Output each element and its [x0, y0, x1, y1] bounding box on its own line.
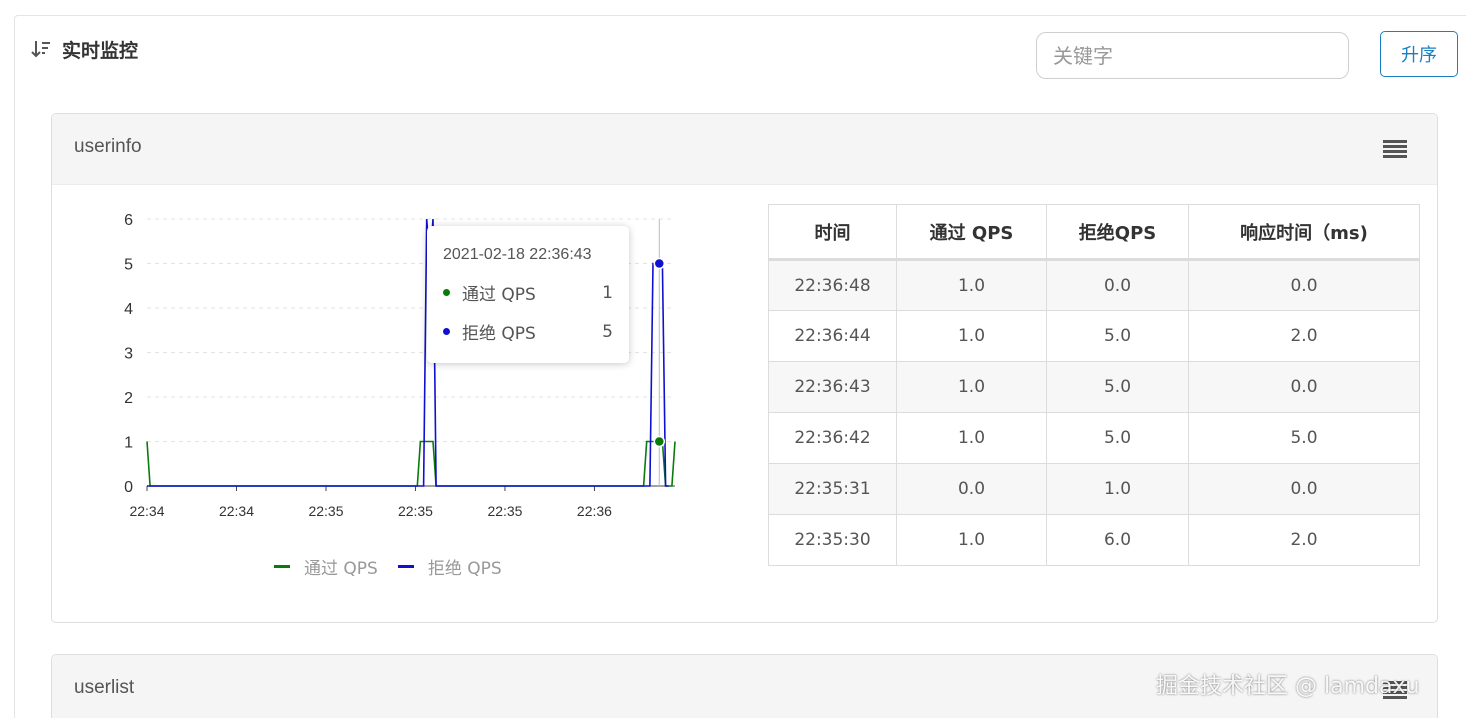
cell-pass-qps: 0.0	[896, 463, 1047, 515]
pass-dot-icon	[443, 289, 450, 296]
y-tick-label: 3	[124, 346, 133, 363]
legend-label: 拒绝 QPS	[427, 559, 502, 579]
x-tick-label: 22:35	[308, 503, 343, 519]
cell-time: 22:36:43	[768, 361, 897, 413]
tooltip-series-name: 拒绝 QPS	[462, 324, 536, 344]
cell-block-qps: 5.0	[1046, 310, 1189, 362]
tooltip-series-value: 1	[602, 282, 613, 303]
tooltip-series-name: 通过 QPS	[462, 285, 536, 305]
cell-block-qps: 6.0	[1046, 514, 1189, 566]
cell-time: 22:36:48	[768, 259, 897, 311]
metrics-table: 时间 通过 QPS 拒绝QPS 响应时间（ms) 22:36:48 1.0 0.…	[768, 204, 1420, 566]
table-row: 22:36:44 1.0 5.0 2.0	[768, 310, 1420, 362]
block-qps-highlight-point	[653, 257, 666, 270]
cell-rt: 0.0	[1188, 259, 1420, 311]
cell-rt: 0.0	[1188, 361, 1420, 413]
tooltip-row-block: 拒绝 QPS 5	[443, 319, 613, 344]
chart-tooltip: 2021-02-18 22:36:43 通过 QPS 1 拒绝 QPS 5	[427, 226, 629, 363]
card-title: userlist	[74, 677, 135, 698]
column-header-block-qps[interactable]: 拒绝QPS	[1046, 204, 1189, 261]
legend-item-pass[interactable]: 通过 QPS	[274, 554, 378, 579]
tooltip-series-value: 5	[602, 321, 613, 342]
legend-label: 通过 QPS	[304, 559, 378, 579]
table-header-row: 时间 通过 QPS 拒绝QPS 响应时间（ms)	[768, 204, 1420, 261]
x-tick-label: 22:34	[219, 503, 254, 519]
resource-card-userinfo: userinfo 0 1 2 3 4 5 6 22:34 22:34 22:35 22:35 22:3…	[51, 113, 1438, 623]
cell-pass-qps: 1.0	[896, 412, 1047, 464]
sort-descending-icon[interactable]	[30, 38, 52, 60]
x-tick-label: 22:34	[129, 503, 164, 519]
table-row: 22:36:42 1.0 5.0 5.0	[768, 412, 1420, 464]
qps-line-chart: 0 1 2 3 4 5 6 22:34 22:34 22:35 22:35 22:35 22:36	[124, 212, 676, 519]
column-header-pass-qps[interactable]: 通过 QPS	[896, 204, 1047, 261]
cell-pass-qps: 1.0	[896, 310, 1047, 362]
cell-rt: 5.0	[1188, 412, 1420, 464]
keyword-search-input[interactable]	[1036, 32, 1349, 79]
column-header-time[interactable]: 时间	[768, 204, 897, 261]
cell-pass-qps: 1.0	[896, 514, 1047, 566]
tooltip-time: 2021-02-18 22:36:43	[443, 246, 592, 263]
table-row: 22:36:48 1.0 0.0 0.0	[768, 259, 1420, 311]
ascending-sort-button[interactable]: 升序	[1380, 31, 1458, 77]
cell-rt: 2.0	[1188, 514, 1420, 566]
page-header: 实时监控	[30, 34, 138, 64]
legend-item-block[interactable]: 拒绝 QPS	[397, 554, 502, 579]
x-tick-label: 22:36	[577, 503, 612, 519]
block-dot-icon	[443, 328, 450, 335]
cell-block-qps: 5.0	[1046, 412, 1189, 464]
cell-block-qps: 1.0	[1046, 463, 1189, 515]
cell-block-qps: 0.0	[1046, 259, 1189, 311]
cell-time: 22:36:42	[768, 412, 897, 464]
y-tick-label: 0	[124, 479, 133, 496]
cell-block-qps: 5.0	[1046, 361, 1189, 413]
table-row: 22:35:30 1.0 6.0 2.0	[768, 514, 1420, 566]
legend-line-icon	[274, 565, 290, 568]
page-title: 实时监控	[62, 39, 139, 62]
pass-qps-series-line	[146, 440, 676, 487]
table-row: 22:36:43 1.0 5.0 0.0	[768, 361, 1420, 413]
cell-time: 22:35:31	[768, 463, 897, 515]
cell-time: 22:36:44	[768, 310, 897, 362]
watermark: 掘金技术社区 @ lamdaxu	[1156, 674, 1420, 699]
legend-line-icon	[397, 565, 414, 568]
y-tick-label: 6	[124, 212, 133, 229]
hamburger-menu-icon[interactable]	[1383, 140, 1407, 160]
tooltip-row-pass: 通过 QPS 1	[443, 280, 613, 305]
table-row: 22:35:31 0.0 1.0 0.0	[768, 463, 1420, 515]
pass-qps-highlight-point	[653, 435, 666, 448]
y-tick-label: 2	[124, 390, 133, 407]
cell-rt: 0.0	[1188, 463, 1420, 515]
cell-pass-qps: 1.0	[896, 361, 1047, 413]
y-tick-label: 1	[124, 435, 133, 452]
y-tick-label: 5	[124, 257, 133, 274]
cell-rt: 2.0	[1188, 310, 1420, 362]
y-tick-label: 4	[124, 301, 133, 318]
chart-legend: 通过 QPS 拒绝 QPS	[274, 554, 522, 579]
column-header-rt[interactable]: 响应时间（ms)	[1188, 204, 1420, 261]
cell-time: 22:35:30	[768, 514, 897, 566]
x-tick-label: 22:35	[398, 503, 433, 519]
cell-pass-qps: 1.0	[896, 259, 1047, 311]
x-tick-label: 22:35	[487, 503, 522, 519]
